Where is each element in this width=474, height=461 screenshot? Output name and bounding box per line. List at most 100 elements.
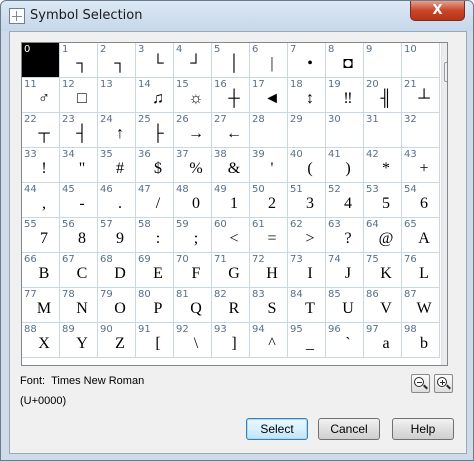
symbol-cell[interactable]: 27 ← [212,113,250,148]
symbol-cell[interactable]: 83 S [250,288,288,323]
symbol-cell[interactable]: 47/ [136,183,174,218]
symbol-cell[interactable]: 77 M [22,288,60,323]
symbol-cell[interactable]: 55 7 [22,218,60,253]
symbol-cell[interactable]: 91[ [136,323,174,358]
symbol-cell[interactable]: 6 | [250,43,288,78]
symbol-cell[interactable]: 33! [22,148,60,183]
symbol-cell[interactable]: 12 □ [60,78,98,113]
symbol-cell[interactable]: 39 ' [250,148,288,183]
symbol-cell[interactable]: 38 & [212,148,250,183]
symbol-cell[interactable]: 85 U [326,288,364,323]
symbol-cell[interactable]: 32 [402,113,440,148]
symbol-cell[interactable]: 43 + [402,148,440,183]
select-button[interactable]: Select [246,418,308,440]
symbol-cell[interactable]: 96 ` [326,323,364,358]
symbol-cell[interactable]: 3 └ [136,43,174,78]
symbol-cell[interactable]: 19 ‼ [326,78,364,113]
symbol-cell[interactable]: 67 C [60,253,98,288]
symbol-cell[interactable]: 64 @ [364,218,402,253]
symbol-cell[interactable]: 23 ┤ [60,113,98,148]
symbol-cell[interactable]: 28 [250,113,288,148]
symbol-cell[interactable]: 41) [326,148,364,183]
scroll-thumb[interactable] [444,62,447,82]
symbol-cell[interactable]: 89 Y [60,323,98,358]
scroll-down-arrow-icon[interactable]: ▼ [442,348,447,365]
cancel-button[interactable]: Cancel [318,418,380,440]
symbol-cell[interactable]: 90 Z [98,323,136,358]
symbol-cell[interactable]: 21 ┴ [402,78,440,113]
symbol-cell[interactable]: 51 3 [288,183,326,218]
symbol-cell[interactable]: 22 ┬ [22,113,60,148]
symbol-cell[interactable]: 60 < [212,218,250,253]
symbol-cell[interactable]: 40( [288,148,326,183]
symbol-cell[interactable]: 62 > [288,218,326,253]
symbol-cell[interactable]: 8 ◘ [326,43,364,78]
symbol-cell[interactable]: 18 ↕ [288,78,326,113]
symbol-cell[interactable]: 69 E [136,253,174,288]
symbol-cell[interactable]: 73 I [288,253,326,288]
symbol-cell[interactable]: 74 J [326,253,364,288]
symbol-cell[interactable]: 86 V [364,288,402,323]
symbol-cell[interactable]: 53 5 [364,183,402,218]
symbol-cell[interactable]: 13 [98,78,136,113]
symbol-cell[interactable]: 2 ┐ [98,43,136,78]
symbol-cell[interactable]: 92 \ [174,323,212,358]
symbol-cell[interactable]: 17 ◄ [250,78,288,113]
symbol-cell[interactable]: 88 X [22,323,60,358]
symbol-cell[interactable]: 79 O [98,288,136,323]
symbol-cell[interactable]: 5 │ [212,43,250,78]
symbol-cell[interactable]: 30 [326,113,364,148]
zoom-in-button[interactable] [434,374,453,393]
symbol-cell[interactable]: 78 N [60,288,98,323]
symbol-cell[interactable]: 54 6 [402,183,440,218]
symbol-cell[interactable]: 87 W [402,288,440,323]
symbol-cell[interactable]: 94 ^ [250,323,288,358]
symbol-cell[interactable]: 93] [212,323,250,358]
scroll-up-arrow-icon[interactable]: ▲ [442,43,447,60]
symbol-cell[interactable]: 20 ╢ [364,78,402,113]
symbol-cell[interactable]: 0 [22,43,60,78]
zoom-out-button[interactable] [411,374,430,393]
symbol-cell[interactable]: 15 ☼ [174,78,212,113]
symbol-cell[interactable]: 37% [174,148,212,183]
symbol-cell[interactable]: 50 2 [250,183,288,218]
symbol-cell[interactable]: 9 [364,43,402,78]
symbol-cell[interactable]: 36 $ [136,148,174,183]
symbol-cell[interactable]: 84 T [288,288,326,323]
symbol-cell[interactable]: 42 * [364,148,402,183]
symbol-cell[interactable]: 52 4 [326,183,364,218]
symbol-cell[interactable]: 80 P [136,288,174,323]
symbol-cell[interactable]: 61 = [250,218,288,253]
symbol-cell[interactable]: 31 [364,113,402,148]
symbol-cell[interactable]: 63? [326,218,364,253]
symbol-cell[interactable]: 45- [60,183,98,218]
symbol-cell[interactable]: 81 Q [174,288,212,323]
symbol-cell[interactable]: 65 A [402,218,440,253]
symbol-cell[interactable]: 35 # [98,148,136,183]
symbol-cell[interactable]: 16 ┼ [212,78,250,113]
symbol-cell[interactable]: 56 8 [60,218,98,253]
symbol-cell[interactable]: 75 K [364,253,402,288]
symbol-cell[interactable]: 11 ♂ [22,78,60,113]
symbol-cell[interactable]: 70 F [174,253,212,288]
symbol-cell[interactable]: 10 [402,43,440,78]
symbol-cell[interactable]: 7 • [288,43,326,78]
vertical-scrollbar[interactable]: ▲ ▼ [441,43,447,365]
symbol-cell[interactable]: 57 9 [98,218,136,253]
symbol-cell[interactable]: 95 _ [288,323,326,358]
symbol-cell[interactable]: 1 ┐ [60,43,98,78]
symbol-cell[interactable]: 24 ↑ [98,113,136,148]
symbol-cell[interactable]: 72 H [250,253,288,288]
symbol-cell[interactable]: 48 0 [174,183,212,218]
symbol-cell[interactable]: 29 [288,113,326,148]
symbol-cell[interactable]: 14 ♫ [136,78,174,113]
symbol-cell[interactable]: 68 D [98,253,136,288]
symbol-cell[interactable]: 66 B [22,253,60,288]
symbol-cell[interactable]: 98 b [402,323,440,358]
symbol-cell[interactable]: 25 ├ [136,113,174,148]
symbol-cell[interactable]: 4 ┘ [174,43,212,78]
symbol-cell[interactable]: 49 1 [212,183,250,218]
symbol-cell[interactable]: 44, [22,183,60,218]
help-button[interactable]: Help [392,418,454,440]
symbol-cell[interactable]: 59; [174,218,212,253]
